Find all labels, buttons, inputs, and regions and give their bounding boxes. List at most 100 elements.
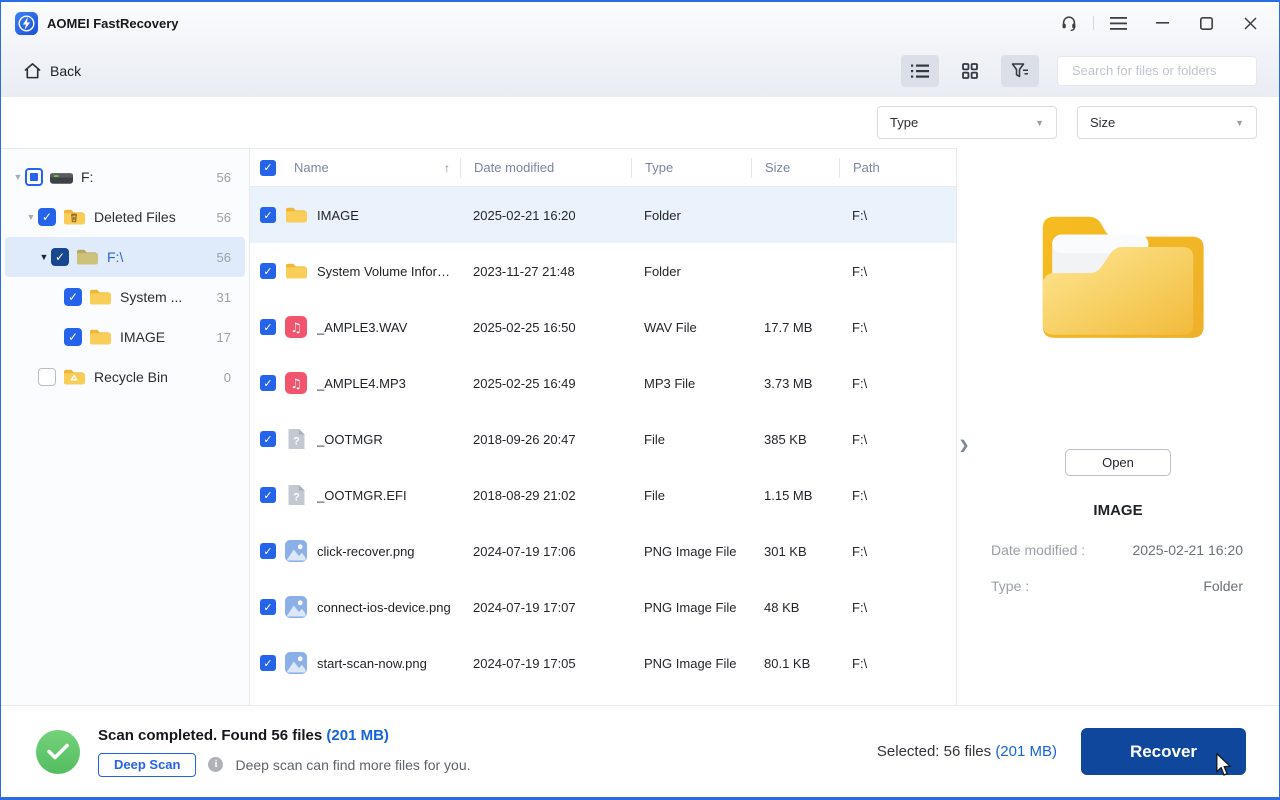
recover-button[interactable]: Recover — [1081, 728, 1246, 775]
size-filter-dropdown[interactable]: Size ▼ — [1077, 106, 1257, 139]
row-checkbox[interactable]: ✓ — [260, 375, 276, 391]
type-filter-label: Type — [890, 115, 919, 130]
tree-item-label: System ... — [120, 289, 183, 305]
table-row[interactable]: ✓? _OOTMGR.EFI 2018-08-29 21:02 File 1.15 MB… — [250, 467, 956, 523]
file-name: _OOTMGR — [317, 431, 383, 447]
close-button[interactable] — [1235, 8, 1265, 38]
selection-summary: Selected: 56 files (201 MB) — [876, 743, 1057, 760]
table-row[interactable]: ✓ connect-ios-device.png 2024-07-19 17:07 P… — [250, 579, 956, 635]
column-header-name[interactable]: ✓ Name ↑ — [250, 158, 460, 178]
image-file-icon — [285, 540, 307, 562]
file-name-cell: ✓ click-recover.png — [250, 540, 460, 562]
column-header-path[interactable]: Path — [839, 157, 956, 178]
table-row[interactable]: ✓ IMAGE 2025-02-21 16:20 Folder F:\ — [250, 187, 956, 243]
file-name-cell: ✓ connect-ios-device.png — [250, 596, 460, 618]
folder-icon — [89, 287, 112, 307]
row-checkbox[interactable]: ✓ — [260, 599, 276, 615]
expand-arrow-icon[interactable]: ▼ — [11, 172, 25, 182]
sidebar-tree-item-system[interactable]: ✓ System ... 31 — [5, 277, 245, 317]
table-row[interactable]: ✓ click-recover.png 2024-07-19 17:06 PNG Im… — [250, 523, 956, 579]
file-name: _OOTMGR.EFI — [317, 487, 407, 503]
table-row[interactable]: ✓ System Volume Informati... 2023-11-27 21… — [250, 243, 956, 299]
file-date-modified: 2025-02-25 16:50 — [473, 319, 576, 335]
scan-result-text: Scan completed. Found 56 files (201 MB) — [98, 726, 389, 744]
file-date-modified: 2018-09-26 20:47 — [473, 431, 576, 447]
open-button[interactable]: Open — [1065, 449, 1171, 476]
file-name-cell: ✓ ♫ _AMPLE3.WAV — [250, 316, 460, 338]
filter-button[interactable] — [1001, 54, 1039, 87]
column-header-date-modified[interactable]: Date modified — [460, 157, 631, 178]
tree-checkbox[interactable]: ✓ — [38, 208, 56, 226]
sidebar-tree-item-deleted-files[interactable]: ▼ ✓ Deleted Files 56 — [5, 197, 245, 237]
sidebar-tree-item-recycle-bin[interactable]: Recycle Bin 0 — [5, 357, 245, 397]
menu-button[interactable] — [1103, 8, 1133, 38]
back-label: Back — [50, 62, 82, 79]
file-name-cell: ✓ start-scan-now.png — [250, 652, 460, 674]
tree-item-count: 0 — [223, 369, 231, 385]
support-headset-button[interactable] — [1054, 8, 1084, 38]
collapse-panel-icon[interactable]: ❯ — [959, 438, 969, 452]
minimize-button[interactable] — [1147, 8, 1177, 38]
folder-tree-sidebar: ▼ F: 56 ▼ ✓ Deleted Files 56 ▼ ✓ F:\ 56 ✓ System ...… — [1, 148, 250, 705]
folder-open-icon — [76, 247, 99, 267]
file-name-cell: ✓? _OOTMGR — [250, 428, 460, 450]
row-checkbox[interactable]: ✓ — [260, 487, 276, 503]
file-size: 385 KB — [764, 431, 807, 447]
tree-item-count: 56 — [216, 209, 231, 225]
select-all-checkbox[interactable]: ✓ — [260, 159, 276, 176]
sort-ascending-icon[interactable]: ↑ — [444, 161, 450, 175]
info-icon: i — [208, 757, 224, 772]
folder-recycle-icon — [63, 367, 86, 387]
tree-checkbox[interactable]: ✓ — [51, 248, 69, 266]
preview-file-name: IMAGE — [1093, 502, 1143, 519]
search-input[interactable] — [1072, 63, 1248, 78]
table-row[interactable]: ✓? _OOTMGR 2018-09-26 20:47 File 385 KB F:\ — [250, 411, 956, 467]
tree-checkbox[interactable] — [38, 368, 56, 386]
maximize-icon — [1199, 16, 1213, 30]
maximize-button[interactable] — [1191, 8, 1221, 38]
audio-file-icon: ♫ — [285, 372, 307, 394]
file-path: F:\ — [852, 543, 868, 559]
row-checkbox[interactable]: ✓ — [260, 655, 276, 671]
headset-icon — [1062, 16, 1076, 32]
back-button[interactable]: Back — [23, 62, 81, 80]
row-checkbox[interactable]: ✓ — [260, 207, 276, 223]
file-name-cell: ✓ IMAGE — [250, 204, 460, 226]
file-date-modified: 2025-02-21 16:20 — [473, 207, 576, 223]
sidebar-tree-item-image[interactable]: ✓ IMAGE 17 — [5, 317, 245, 357]
column-header-type[interactable]: Type — [631, 157, 751, 178]
tree-checkbox[interactable]: ✓ — [64, 328, 82, 346]
file-name: System Volume Informati... — [317, 263, 460, 279]
grid-view-button[interactable] — [951, 55, 989, 87]
file-path: F:\ — [852, 263, 868, 279]
expand-arrow-icon[interactable]: ▼ — [24, 212, 38, 222]
table-header: ✓ Name ↑ Date modified Type Size Path — [250, 149, 956, 187]
file-path: F:\ — [852, 431, 868, 447]
row-checkbox[interactable]: ✓ — [260, 543, 276, 559]
file-size: 80.1 KB — [764, 655, 811, 671]
type-filter-dropdown[interactable]: Type ▼ — [877, 106, 1057, 139]
deep-scan-button[interactable]: Deep Scan — [98, 752, 197, 777]
expand-arrow-icon[interactable]: ▼ — [37, 252, 51, 262]
folder-preview-image — [1042, 216, 1204, 338]
sidebar-tree-item-f[interactable]: ▼ F: 56 — [5, 157, 245, 197]
file-name: _AMPLE3.WAV — [317, 319, 408, 335]
search-box — [1057, 55, 1257, 86]
table-row[interactable]: ✓ ♫ _AMPLE3.WAV 2025-02-25 16:50 WAV File 17.… — [250, 299, 956, 355]
file-date-modified: 2024-07-19 17:06 — [473, 543, 576, 559]
sidebar-tree-item-f[interactable]: ▼ ✓ F:\ 56 — [5, 237, 245, 277]
tree-checkbox[interactable]: ✓ — [64, 288, 82, 306]
drive-icon — [50, 167, 73, 187]
row-checkbox[interactable]: ✓ — [260, 319, 276, 335]
table-row[interactable]: ✓ start-scan-now.png 2024-07-19 17:05 PNG I… — [250, 635, 956, 691]
grid-view-icon — [962, 62, 978, 79]
row-checkbox[interactable]: ✓ — [260, 431, 276, 447]
file-name: click-recover.png — [317, 543, 415, 559]
tree-checkbox[interactable] — [25, 168, 43, 186]
row-checkbox[interactable]: ✓ — [260, 263, 276, 279]
folder-icon — [89, 327, 112, 347]
column-header-size[interactable]: Size — [751, 157, 839, 178]
scan-success-icon — [36, 729, 80, 774]
table-row[interactable]: ✓ ♫ _AMPLE4.MP3 2025-02-25 16:49 MP3 File 3.7… — [250, 355, 956, 411]
list-view-button[interactable] — [901, 54, 939, 87]
